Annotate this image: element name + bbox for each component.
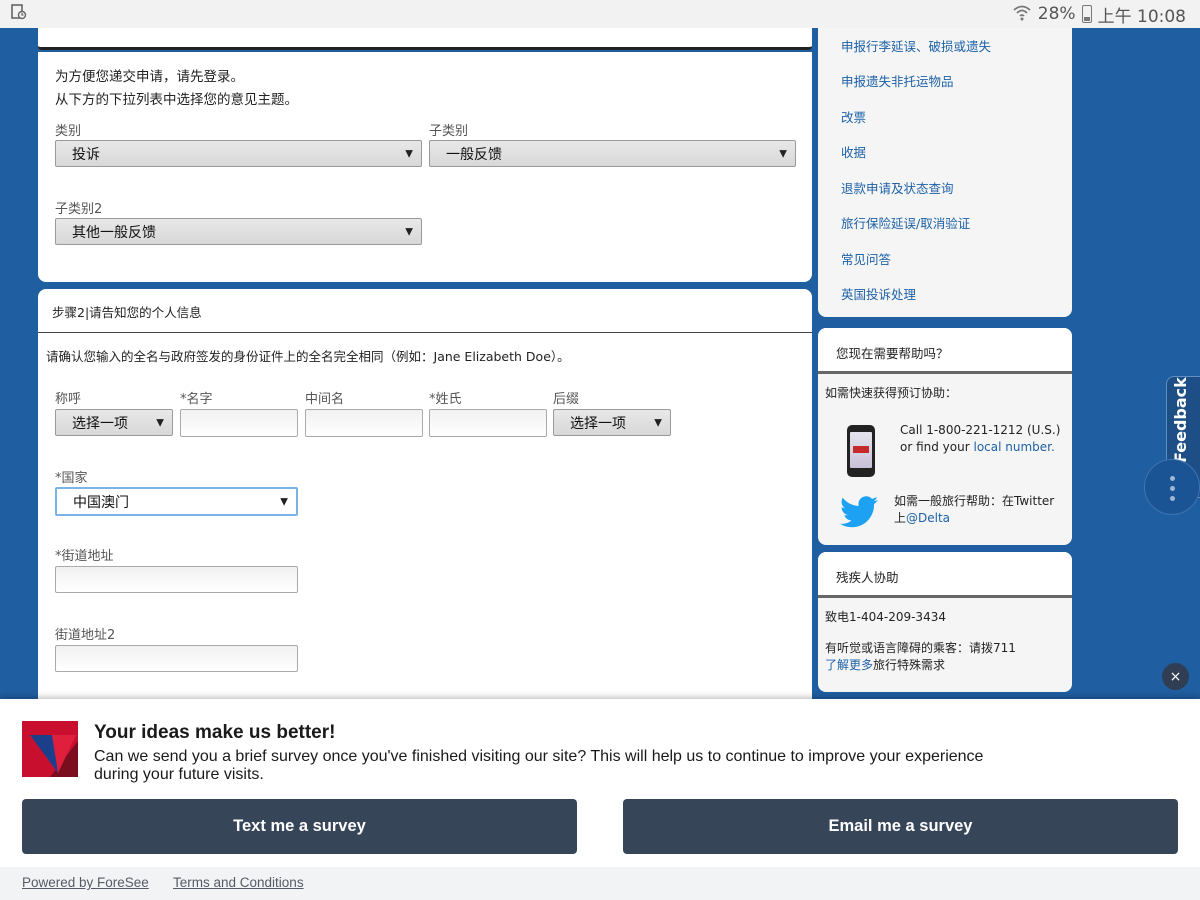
find-text: or find your [900, 440, 974, 454]
sidebar-link-uk-complaints[interactable]: 英国投诉处理 [841, 284, 916, 303]
learn-more-line: 了解更多旅行特殊需求 [825, 657, 1016, 674]
step2-panel: 步骤2|请告知您的个人信息 请确认您输入的全名与政府签发的身份证件上的全名完全相… [38, 289, 812, 709]
clock: 上午 10:08 [1097, 6, 1186, 27]
last-name-input[interactable] [429, 409, 547, 437]
survey-footer: Powered by ForeSee Terms and Conditions [0, 867, 1200, 900]
caret-down-icon: ▼ [280, 496, 288, 507]
caret-down-icon: ▼ [779, 148, 787, 159]
middle-name-label: 中间名 [305, 392, 345, 407]
subcategory2-value: 其他一般反馈 [72, 224, 156, 241]
street-label: *街道地址 [55, 549, 114, 564]
survey-body: Can we send you a brief survey once you'… [94, 748, 984, 783]
sidebar-link-lost-items[interactable]: 申报遗失非托运物品 [841, 71, 954, 90]
subcategory-label: 子类别 [429, 124, 469, 139]
call-info: Call 1-800-221-1212 (U.S.) or find your … [900, 422, 1060, 456]
salutation-value: 选择一项 [72, 415, 128, 432]
sidebar-link-refunds[interactable]: 退款申请及状态查询 [841, 178, 954, 197]
suffix-select[interactable]: 选择一项 ▼ [553, 409, 671, 436]
survey-invite: Your ideas make us better! Can we send y… [0, 699, 1200, 900]
delta-logo-icon [22, 721, 78, 777]
subcategory-select[interactable]: 一般反馈 ▼ [429, 140, 796, 167]
phone-icon [847, 425, 875, 477]
topic-instruction: 从下方的下拉列表中选择您的意见主题。 [55, 92, 298, 108]
salutation-label: 称呼 [55, 392, 82, 407]
middle-name-input[interactable] [305, 409, 423, 437]
twitter-handle-line: 上@Delta [894, 510, 1054, 527]
powered-by-link[interactable]: Powered by ForeSee [22, 875, 149, 890]
disability-info: 有听觉或语言障碍的乘客：请拨711 了解更多旅行特殊需求 [825, 640, 1016, 674]
learn-more-link[interactable]: 了解更多 [825, 658, 873, 672]
need-help-panel: 您现在需要帮助吗？ 如需快速获得预订协助： Call 1-800-221-121… [818, 328, 1072, 545]
booking-help-label: 如需快速获得预订协助： [825, 386, 958, 400]
subcategory2-select[interactable]: 其他一般反馈 ▼ [55, 218, 422, 245]
country-label: *国家 [55, 471, 88, 486]
caret-down-icon: ▼ [654, 417, 662, 428]
local-number-link[interactable]: local number. [973, 440, 1054, 454]
find-local-number: or find your local number. [900, 439, 1060, 456]
step1-panel: 为方便您递交申请，请先登录。 从下方的下拉列表中选择您的意见主题。 类别 投诉 … [38, 52, 812, 282]
category-value: 投诉 [72, 146, 100, 163]
twitter-help: 如需一般旅行帮助：在Twitter 上@Delta [894, 493, 1054, 527]
wifi-icon [1012, 3, 1032, 26]
sidebar-links-panel: 申报行李延误、破损或遗失 申报遗失非托运物品 改票 收据 退款申请及状态查询 旅… [818, 28, 1072, 317]
disability-panel: 残疾人协助 致电1-404-209-3434 有听觉或语言障碍的乘客：请拨711… [818, 552, 1072, 692]
step1-intro: 为方便您递交申请，请先登录。 从下方的下拉列表中选择您的意见主题。 [55, 66, 298, 112]
suffix-value: 选择一项 [570, 415, 626, 432]
need-help-title: 您现在需要帮助吗？ [818, 328, 1072, 374]
login-prompt: 为方便您递交申请，请先登录。 [55, 69, 244, 85]
caret-down-icon: ▼ [405, 148, 413, 159]
country-value: 中国澳门 [73, 494, 129, 511]
street2-input[interactable] [55, 645, 298, 672]
category-select[interactable]: 投诉 ▼ [55, 140, 422, 167]
first-name-label: *名字 [180, 392, 213, 407]
twitter-help-text: 如需一般旅行帮助：在Twitter [894, 494, 1055, 508]
close-icon[interactable]: × [1162, 663, 1189, 690]
country-select[interactable]: 中国澳门 ▼ [55, 487, 298, 516]
hearing-text: 有听觉或语言障碍的乘客：请拨711 [825, 641, 1016, 655]
sidebar-link-baggage[interactable]: 申报行李延误、破损或遗失 [841, 36, 991, 55]
category-label: 类别 [55, 124, 82, 139]
screen-recorder-icon [10, 3, 28, 26]
text-survey-button[interactable]: Text me a survey [22, 799, 577, 854]
status-bar: 28% 上午 10:08 [0, 0, 1200, 28]
disability-title: 残疾人协助 [818, 552, 1072, 598]
suffix-label: 后缀 [553, 392, 580, 407]
sidebar-link-receipts[interactable]: 收据 [841, 142, 866, 161]
battery-icon [1081, 5, 1092, 23]
subcategory2-label: 子类别2 [55, 202, 103, 217]
subcategory-value: 一般反馈 [446, 146, 502, 163]
special-needs-text: 旅行特殊需求 [873, 658, 946, 672]
survey-title: Your ideas make us better! [94, 722, 336, 743]
sidebar-link-insurance[interactable]: 旅行保险延误/取消验证 [841, 213, 970, 232]
sidebar-link-faq[interactable]: 常见问答 [841, 249, 891, 268]
twitter-handle-link[interactable]: @Delta [906, 511, 950, 525]
terms-link[interactable]: Terms and Conditions [173, 875, 304, 890]
email-survey-button[interactable]: Email me a survey [623, 799, 1178, 854]
street2-label: 街道地址2 [55, 628, 116, 643]
salutation-select[interactable]: 选择一项 ▼ [55, 409, 173, 436]
step2-header: 步骤2|请告知您的个人信息 [38, 289, 812, 333]
last-name-label: *姓氏 [429, 392, 462, 407]
twitter-prefix: 上 [894, 511, 907, 525]
more-options-icon[interactable] [1144, 459, 1200, 515]
name-note: 请确认您输入的全名与政府签发的身份证件上的全名完全相同（例如：Jane Eliz… [46, 349, 570, 364]
sidebar-link-change-ticket[interactable]: 改票 [841, 107, 866, 126]
first-name-input[interactable] [180, 409, 298, 437]
step1-header-strip [38, 28, 812, 50]
call-number: Call 1-800-221-1212 (U.S.) [900, 423, 1061, 437]
caret-down-icon: ▼ [156, 417, 164, 428]
battery-percent: 28% [1037, 4, 1076, 24]
disability-phone: 致电1-404-209-3434 [825, 610, 946, 624]
street-input[interactable] [55, 566, 298, 593]
feedback-label: Feedback [1171, 377, 1190, 463]
twitter-icon [840, 496, 878, 528]
caret-down-icon: ▼ [405, 226, 413, 237]
